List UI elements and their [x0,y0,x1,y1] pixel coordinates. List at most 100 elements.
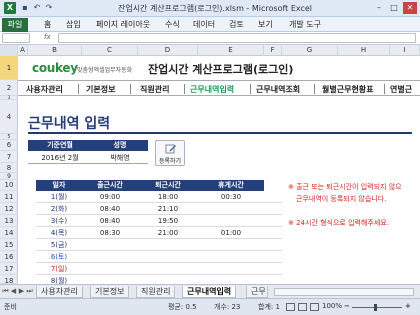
formula-input[interactable] [58,33,416,43]
zoom-in-icon[interactable]: + [405,302,411,310]
cell-clock-in[interactable]: 09:00 [82,191,138,203]
next-sheet-icon[interactable]: ▶ [18,287,25,295]
page-break-view-icon[interactable] [310,303,319,311]
nav-item-work-record-input[interactable]: 근무내역입력 [190,84,234,95]
save-icon[interactable]: ▪ [20,3,30,13]
row-header[interactable]: 18 [0,275,18,285]
row-header[interactable]: 9 [0,173,18,180]
cell-break[interactable] [198,215,264,227]
nav-item-yearly[interactable]: 연별근 [390,84,412,95]
cell-clock-out[interactable]: 18:00 [138,191,198,203]
cell-break[interactable] [198,203,264,215]
year-month-value[interactable]: 2016년 2월 [28,152,92,164]
tab-home[interactable]: 홈 [44,19,51,31]
sheet-tab-user-management[interactable]: 사용자관리 [36,286,83,298]
sheet-tab-more[interactable]: 근무 [246,286,268,298]
row-header[interactable]: 13 [0,215,18,227]
cell-break[interactable] [198,239,264,251]
cell-clock-in[interactable]: 08:40 [82,203,138,215]
cell-clock-in[interactable]: 08:30 [82,227,138,239]
close-icon[interactable]: ✕ [403,2,417,14]
row-header[interactable]: 7 [0,151,18,163]
cell-clock-out[interactable] [138,251,198,263]
cell-clock-out[interactable] [138,275,198,284]
row-header[interactable]: 16 [0,251,18,263]
normal-view-icon[interactable] [286,303,295,311]
column-header[interactable]: C [82,45,138,56]
cell-break[interactable]: 00:30 [198,191,264,203]
column-header[interactable]: E [198,45,264,56]
redo-icon[interactable]: ↷ [44,3,54,13]
first-sheet-icon[interactable]: ⏮ [2,287,9,296]
row-header[interactable]: 4 [0,100,18,134]
nav-item-work-record-lookup[interactable]: 근무내역조회 [256,84,300,95]
tab-view[interactable]: 보기 [258,19,273,31]
nav-item-basic-info[interactable]: 기본정보 [86,84,115,95]
cell-break[interactable] [198,251,264,263]
select-all-corner[interactable] [0,45,18,56]
row-header[interactable]: 10 [0,180,18,191]
cell-clock-out[interactable]: 21:00 [138,227,198,239]
excel-app-icon[interactable]: X [4,2,16,14]
cell-clock-in[interactable]: 08:40 [82,215,138,227]
row-header[interactable]: 1 [0,56,18,80]
cell-break[interactable] [198,275,264,284]
cell-date[interactable]: 1(월) [36,191,82,203]
name-box[interactable] [2,33,30,43]
tab-page-layout[interactable]: 페이지 레이아웃 [96,19,150,31]
cell-date[interactable]: 5(금) [36,239,82,251]
zoom-slider[interactable] [352,307,402,308]
sheet-tab-basic-info[interactable]: 기본정보 [90,286,130,298]
prev-sheet-icon[interactable]: ◀ [10,287,17,295]
row-header[interactable]: 12 [0,203,18,215]
column-header[interactable]: I [390,45,420,56]
cell-clock-in[interactable] [82,263,138,275]
column-header[interactable]: D [138,45,198,56]
tab-review[interactable]: 검토 [229,19,244,31]
cell-clock-in[interactable] [82,275,138,284]
name-value[interactable]: 박해영 [92,152,148,164]
column-header[interactable]: F [264,45,282,56]
column-header[interactable]: A [18,45,28,56]
cell-date[interactable]: 2(화) [36,203,82,215]
tab-data[interactable]: 데이터 [193,19,215,31]
tab-insert[interactable]: 삽입 [66,19,81,31]
cell-clock-out[interactable] [138,239,198,251]
column-header[interactable]: B [28,45,82,56]
cell-date[interactable]: 4(목) [36,227,82,239]
function-icon[interactable]: fx [44,33,51,41]
cell-clock-out[interactable]: 21:10 [138,203,198,215]
cell-clock-in[interactable] [82,239,138,251]
register-button[interactable]: 등록하기 [155,140,185,166]
undo-icon[interactable]: ↶ [32,3,42,13]
cell-clock-out[interactable] [138,263,198,275]
zoom-out-icon[interactable]: − [344,302,350,310]
cell-date[interactable]: 8(월) [36,275,82,284]
cell-date[interactable]: 6(토) [36,251,82,263]
row-header[interactable]: 6 [0,140,18,151]
cell-break[interactable]: 01:00 [198,227,264,239]
nav-item-monthly-status[interactable]: 월별근무현황표 [322,84,374,95]
page-layout-view-icon[interactable] [298,303,307,311]
tab-formulas[interactable]: 수식 [165,19,180,31]
row-header[interactable]: 17 [0,263,18,275]
row-header[interactable]: 11 [0,191,18,203]
column-header[interactable]: G [282,45,338,56]
worksheet-grid[interactable]: coukey 맞춤형엑셀업무자동화 잔업시간 계산프로그램(로그인) 사용자관리… [18,56,420,284]
cell-clock-in[interactable] [82,251,138,263]
cell-clock-out[interactable]: 19:50 [138,215,198,227]
zoom-level[interactable]: 100% [322,302,342,310]
row-header[interactable]: 2 [0,80,18,96]
tab-file[interactable]: 파일 [2,18,28,32]
horizontal-scrollbar[interactable] [274,288,414,296]
cell-date[interactable]: 7(일) [36,263,82,275]
tab-developer[interactable]: 개발 도구 [289,19,321,31]
nav-item-user-management[interactable]: 사용자관리 [26,84,63,95]
row-header[interactable]: 8 [0,163,18,173]
cell-date[interactable]: 3(수) [36,215,82,227]
row-header[interactable]: 15 [0,239,18,251]
last-sheet-icon[interactable]: ⏭ [26,287,33,296]
zoom-slider-handle[interactable] [374,304,377,311]
sheet-tab-work-record-input[interactable]: 근무내역입력 [182,286,237,298]
row-header[interactable]: 14 [0,227,18,239]
